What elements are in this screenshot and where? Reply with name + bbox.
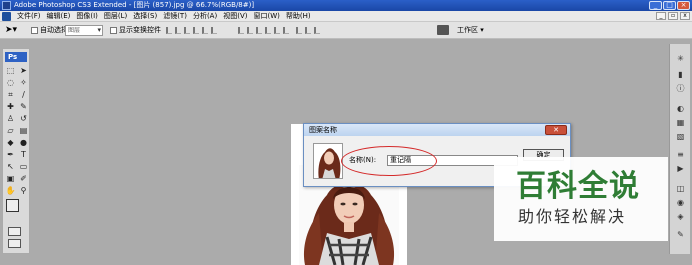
doc-restore-button[interactable]: ▫ [668, 12, 678, 20]
lasso-tool-icon[interactable]: ◌ [5, 77, 16, 88]
swatches-panel-icon[interactable]: ▦ [675, 118, 686, 128]
shape-tool-icon[interactable]: ▭ [18, 161, 29, 172]
eraser-tool-icon[interactable]: ▱ [5, 125, 16, 136]
window-titlebar: Adobe Photoshop CS3 Extended - [图片 (857)… [0, 0, 692, 11]
blur-tool-icon[interactable]: ◆ [5, 137, 16, 148]
history-panel-icon[interactable]: ≡ [675, 150, 686, 160]
auto-select-checkbox[interactable] [31, 27, 38, 34]
history-brush-icon[interactable]: ↺ [18, 113, 29, 124]
brushes-panel-icon[interactable]: ✎ [675, 230, 686, 240]
color-panel-icon[interactable]: ◐ [675, 104, 686, 114]
styles-panel-icon[interactable]: ▧ [675, 132, 686, 142]
auto-select-dropdown[interactable]: 图层 [65, 25, 103, 36]
magic-wand-icon[interactable]: ✧ [18, 77, 29, 88]
panel-dock: ✳ ▮ ⓘ ◐ ▦ ▧ ≡ ▶ ◫ ◉ ◈ ✎ [669, 44, 690, 254]
ps-logo: Ps [5, 52, 27, 62]
color-swatches[interactable] [6, 199, 28, 221]
pen-tool-icon[interactable]: ✒ [5, 149, 16, 160]
healing-brush-icon[interactable]: ✚ [5, 101, 16, 112]
dialog-close-button[interactable]: ✕ [545, 125, 567, 135]
layers-panel-icon[interactable]: ◫ [675, 184, 686, 194]
menu-window[interactable]: 窗口(W) [250, 11, 282, 22]
foreground-color[interactable] [6, 199, 19, 212]
eyedropper-icon[interactable]: ✐ [18, 173, 29, 184]
watermark-logo: 百科全说 助你轻松解决 [494, 157, 668, 241]
notes-tool-icon[interactable]: ▣ [5, 173, 16, 184]
type-tool-icon[interactable]: T [18, 149, 29, 160]
crop-tool-icon[interactable]: ⌗ [5, 89, 16, 100]
menu-edit[interactable]: 编辑(E) [44, 11, 74, 22]
auto-align-buttons[interactable] [296, 27, 320, 34]
workspace-menu[interactable]: 工作区 ▾ [457, 24, 484, 37]
window-title: Adobe Photoshop CS3 Extended - [图片 (857)… [14, 1, 255, 9]
menu-filter[interactable]: 滤镜(T) [160, 11, 190, 22]
watermark-subtitle: 助你轻松解决 [518, 207, 627, 226]
paths-panel-icon[interactable]: ◈ [675, 212, 686, 222]
quick-mask-icon[interactable] [8, 227, 21, 236]
distribute-buttons[interactable] [238, 27, 289, 34]
doc-close-button[interactable]: x [680, 12, 690, 20]
show-transform-checkbox[interactable] [110, 27, 117, 34]
doc-minimize-button[interactable]: _ [656, 12, 666, 20]
hand-tool-icon[interactable]: ✋ [5, 185, 16, 196]
actions-panel-icon[interactable]: ▶ [675, 164, 686, 174]
menu-view[interactable]: 视图(V) [220, 11, 250, 22]
pattern-thumbnail [313, 143, 343, 179]
zoom-tool-icon[interactable]: ⚲ [18, 185, 29, 196]
move-tool-icon[interactable]: ➤ [18, 65, 29, 76]
tool-grid: ⬚ ➤ ◌ ✧ ⌗ ∕ ✚ ✎ ♙ ↺ ▱ ▤ ◆ ● ✒ T ↖ ▭ ▣ ✐ ✋ ⚲ [5, 65, 29, 196]
menu-analysis[interactable]: 分析(A) [190, 11, 220, 22]
maximize-button[interactable]: □ [663, 1, 676, 10]
channels-panel-icon[interactable]: ◉ [675, 198, 686, 208]
align-buttons[interactable] [166, 27, 217, 34]
move-tool-icon[interactable]: ➤▾ [5, 25, 17, 35]
navigator-icon[interactable]: ✳ [675, 54, 686, 64]
tools-panel: Ps ⬚ ➤ ◌ ✧ ⌗ ∕ ✚ ✎ ♙ ↺ ▱ ▤ ◆ ● ✒ T ↖ ▭ ▣ ✐ ✋ ⚲ [2, 48, 30, 254]
document-icon [2, 12, 11, 21]
menu-layer[interactable]: 图层(L) [101, 11, 130, 22]
watermark-title: 百科全说 [516, 169, 640, 204]
options-bar: ➤▾ 自动选择: 图层 显示变换控件 工作区 ▾ [0, 22, 692, 39]
menu-select[interactable]: 选择(S) [130, 11, 160, 22]
window-controls: _ □ × [649, 1, 690, 10]
workspace-icon[interactable] [437, 25, 449, 35]
menu-bar: 文件(F) 编辑(E) 图像(I) 图层(L) 选择(S) 滤镜(T) 分析(A… [0, 11, 692, 22]
close-window-button[interactable]: × [677, 1, 690, 10]
dodge-tool-icon[interactable]: ● [18, 137, 29, 148]
menu-help[interactable]: 帮助(H) [283, 11, 314, 22]
path-select-icon[interactable]: ↖ [5, 161, 16, 172]
clone-stamp-icon[interactable]: ♙ [5, 113, 16, 124]
slice-tool-icon[interactable]: ∕ [18, 89, 29, 100]
show-transform-label: 显示变换控件 [119, 26, 161, 34]
brush-tool-icon[interactable]: ✎ [18, 101, 29, 112]
histogram-icon[interactable]: ▮ [675, 70, 686, 80]
photoshop-app-icon [2, 1, 11, 10]
minimize-button[interactable]: _ [649, 1, 662, 10]
screen-mode-icon[interactable] [8, 239, 21, 248]
info-icon[interactable]: ⓘ [675, 84, 686, 94]
gradient-tool-icon[interactable]: ▤ [18, 125, 29, 136]
menu-file[interactable]: 文件(F) [14, 11, 44, 22]
highlight-oval [341, 146, 437, 176]
menu-image[interactable]: 图像(I) [73, 11, 101, 22]
marquee-tool-icon[interactable]: ⬚ [5, 65, 16, 76]
dialog-title: 图案名称 [304, 124, 570, 136]
